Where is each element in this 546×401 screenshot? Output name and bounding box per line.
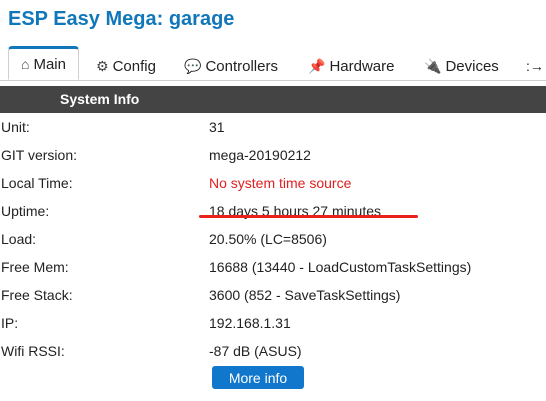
row-label: IP: [1,315,19,331]
tab-label: Main [33,55,66,73]
table-row: Uptime: 18 days 5 hours 27 minutes [0,197,546,225]
table-row: Free Stack: 3600 (852 - SaveTaskSettings… [0,281,546,309]
tab-label: Controllers [205,57,278,75]
table-row: Free Mem: 16688 (13440 - LoadCustomTaskS… [0,253,546,281]
pin-icon: 📌 [308,58,326,74]
section-title: System Info [60,91,140,107]
chat-icon: 💬 [184,58,202,74]
tab-hardware[interactable]: 📌 Hardware [308,52,394,80]
section-header: System Info [0,86,546,113]
row-label: Uptime: [1,203,50,219]
home-icon: ⌂ [21,56,30,72]
row-value: mega-20190212 [209,147,311,163]
page-title: ESP Easy Mega: garage [8,8,235,30]
row-value: 20.50% (LC=8506) [209,231,327,247]
uptime-annotation-underline [199,215,418,218]
system-info-table: Unit: 31 GIT version: mega-20190212 Loca… [0,113,546,365]
row-label: Unit: [1,119,30,135]
tab-label: Devices [445,57,499,75]
table-row: Unit: 31 [0,113,546,141]
more-info-button[interactable]: More info [212,366,304,389]
tab-config[interactable]: ⚙ Config [96,52,156,80]
gear-icon: ⚙ [96,58,109,74]
tab-devices[interactable]: 🔌 Devices [424,52,499,80]
row-label: Load: [1,231,37,247]
row-label: Wifi RSSI: [1,343,65,359]
row-value: -87 dB (ASUS) [209,343,302,359]
row-label: Local Time: [1,175,73,191]
tab-label: Config [112,57,156,75]
row-value: 31 [209,119,225,135]
row-value: 3600 (852 - SaveTaskSettings) [209,287,401,303]
table-row: Local Time: No system time source [0,169,546,197]
table-row: GIT version: mega-20190212 [0,141,546,169]
arrow-icon: :→ [526,58,544,74]
tab-label: Hardware [329,57,395,75]
table-row: IP: 192.168.1.31 [0,309,546,337]
row-label: Free Stack: [1,287,73,303]
row-value: No system time source [209,175,352,191]
row-label: GIT version: [1,147,77,163]
tab-controllers[interactable]: 💬 Controllers [184,52,278,80]
tab-bar: ⌂ Main ⚙ Config 💬 Controllers 📌 Hardware… [0,46,546,81]
tab-main[interactable]: ⌂ Main [8,46,79,80]
plug-icon: 🔌 [424,58,442,74]
table-row: Wifi RSSI: -87 dB (ASUS) [0,337,546,365]
tab-rules[interactable]: :→ R [526,52,546,80]
row-label: Free Mem: [1,259,69,275]
row-value: 192.168.1.31 [209,315,291,331]
row-value: 16688 (13440 - LoadCustomTaskSettings) [209,259,472,275]
table-row: Load: 20.50% (LC=8506) [0,225,546,253]
